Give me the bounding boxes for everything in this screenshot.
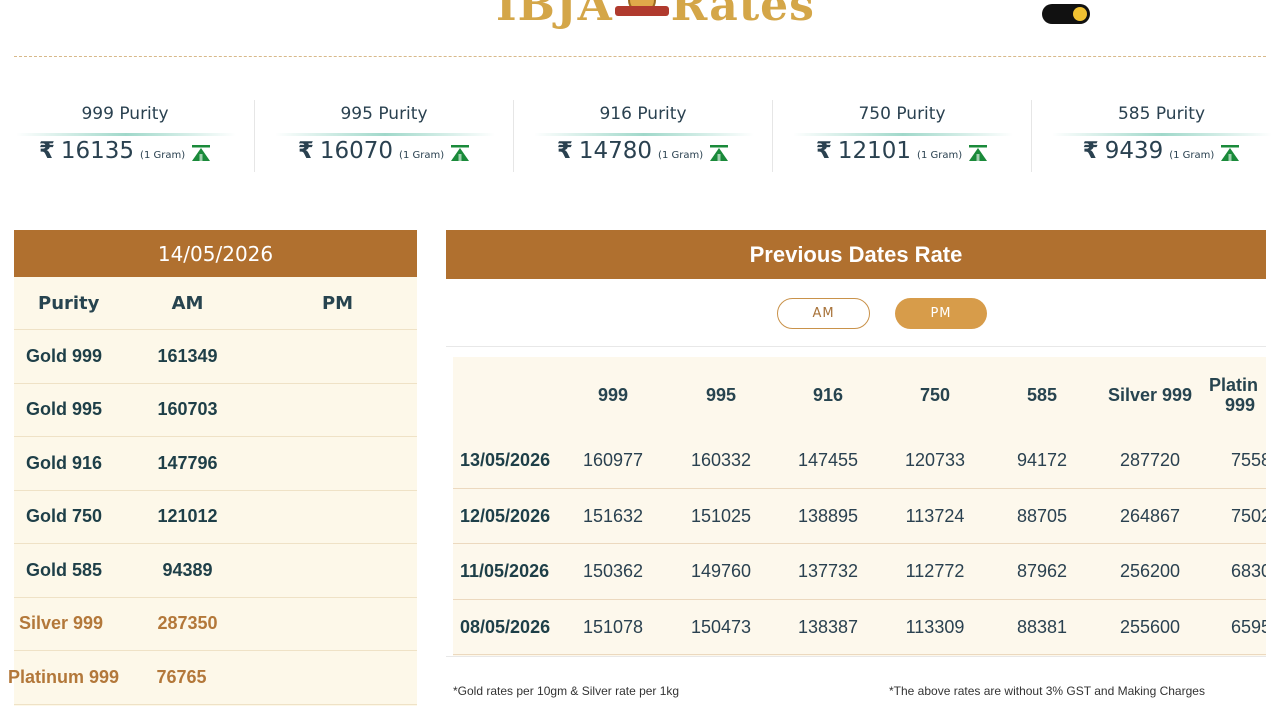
- row-am: 287350: [157, 613, 218, 634]
- table-row: 12/05/2026 151632 151025 138895 113724 8…: [453, 489, 1266, 544]
- logo-text-right: Rates: [670, 0, 815, 31]
- row-am: 147796: [157, 452, 218, 473]
- rupee-symbol: ₹: [1082, 138, 1099, 164]
- purity-card-999: 999 Purity ₹ 16135 (1 Gram): [0, 100, 255, 172]
- row-date: 08/05/2026: [460, 616, 551, 637]
- column-999: 999: [597, 385, 629, 405]
- up-arrow-icon: [1221, 145, 1240, 161]
- row-purity: Gold 916: [26, 452, 103, 473]
- row-date: 11/05/2026: [460, 561, 550, 581]
- row-am: 94389: [162, 559, 213, 580]
- purity-title: 916 Purity: [599, 104, 687, 124]
- purity-amount: 16135: [60, 138, 135, 164]
- purity-title: 999 Purity: [81, 104, 169, 124]
- rupee-symbol: ₹: [556, 138, 573, 164]
- table-row: 13/05/2026 160977 160332 147455 120733 9…: [453, 433, 1266, 489]
- row-purity: Gold 585: [26, 559, 103, 580]
- purity-unit: (1 Gram): [140, 150, 186, 161]
- header-divider: [14, 56, 1266, 57]
- purity-title: 750 Purity: [858, 104, 946, 124]
- purity-unit: (1 Gram): [917, 150, 963, 161]
- theme-toggle[interactable]: [1042, 4, 1090, 24]
- purity-amount: 12101: [837, 138, 912, 164]
- row-purity: Gold 999: [26, 345, 103, 366]
- note-gst: *The above rates are without 3% GST and …: [889, 684, 1205, 698]
- column-585: 585: [1026, 385, 1058, 405]
- purity-unit: (1 Gram): [399, 150, 445, 161]
- column-916: 916: [812, 385, 844, 405]
- ibja-rates-logo[interactable]: IBJA Rates: [496, 0, 815, 32]
- previous-table-header: 999 995 916 750 585 Silver 999 Platin 999: [453, 357, 1266, 433]
- today-table-header: Purity AM PM: [14, 277, 417, 330]
- purity-amount: 9439: [1104, 138, 1164, 164]
- am-button[interactable]: AM: [777, 298, 870, 329]
- table-row: Silver 999 287350: [14, 598, 417, 651]
- purity-amount: 16070: [319, 138, 394, 164]
- table-row: Gold 585 94389: [14, 544, 417, 598]
- logo-text-left: IBJA: [496, 0, 613, 31]
- up-arrow-icon: [969, 145, 988, 161]
- purity-title: 995 Purity: [340, 104, 428, 124]
- column-750: 750: [919, 385, 951, 405]
- purity-unit: (1 Gram): [1169, 150, 1215, 161]
- today-date-header: 14/05/2026: [14, 230, 417, 277]
- column-pm: PM: [321, 292, 354, 314]
- table-row: Gold 999 161349: [14, 330, 417, 384]
- today-rates-table: 14/05/2026 Purity AM PM Gold 999 161349 …: [8, 230, 417, 706]
- row-purity: Gold 995: [26, 399, 103, 420]
- row-purity: Gold 750: [26, 506, 103, 527]
- toggle-knob-icon: [1073, 7, 1087, 21]
- row-am: 160703: [157, 399, 218, 420]
- column-platinum-999: Platin 999: [1209, 375, 1259, 415]
- column-purity: Purity: [38, 292, 100, 314]
- rupee-symbol: ₹: [297, 138, 314, 164]
- table-row: 08/05/2026 151078 150473 138387 113309 8…: [453, 600, 1266, 655]
- previous-dates-panel: Previous Dates Rate AM PM 999 995 916 75…: [446, 230, 1266, 660]
- up-arrow-icon: [710, 145, 729, 161]
- row-date: 12/05/2026: [460, 505, 551, 526]
- table-row: Gold 750 121012: [14, 491, 417, 544]
- previous-rates-table: 999 995 916 750 585 Silver 999 Platin 999…: [453, 357, 1266, 657]
- row-purity: Silver 999: [19, 613, 104, 634]
- site-header: IBJA Rates: [0, 0, 1280, 58]
- note-units: *Gold rates per 10gm & Silver rate per 1…: [453, 684, 680, 698]
- row-date: 13/05/2026: [460, 450, 551, 470]
- purity-card-585: 585 Purity ₹ 9439 (1 Gram): [1032, 100, 1280, 172]
- row-purity: Platinum 999: [8, 666, 120, 687]
- column-silver-999: Silver 999: [1107, 385, 1193, 405]
- up-arrow-icon: [451, 145, 470, 161]
- table-row: 11/05/2026 150362 149760 137732 112772 8…: [453, 544, 1266, 600]
- pm-button[interactable]: PM: [895, 298, 987, 329]
- rupee-symbol: ₹: [38, 138, 55, 164]
- column-am: AM: [171, 292, 204, 314]
- up-arrow-icon: [192, 145, 211, 161]
- purity-amount: 14780: [578, 138, 653, 164]
- row-am: 121012: [157, 506, 218, 527]
- column-995: 995: [705, 385, 737, 405]
- row-am: 161349: [157, 345, 218, 366]
- table-row: Platinum 999 76765: [8, 651, 417, 705]
- purity-unit: (1 Gram): [658, 150, 704, 161]
- rupee-symbol: ₹: [815, 138, 832, 164]
- purity-ticker: 999 Purity ₹ 16135 (1 Gram) 995 Purity ₹…: [0, 100, 1280, 172]
- table-row: Gold 995 160703: [14, 384, 417, 437]
- am-pm-toggle: AM PM: [446, 279, 1266, 347]
- purity-card-916: 916 Purity ₹ 14780 (1 Gram): [514, 100, 773, 172]
- purity-card-995: 995 Purity ₹ 16070 (1 Gram): [255, 100, 514, 172]
- emblem-icon: [614, 0, 669, 32]
- footnotes: *Gold rates per 10gm & Silver rate per 1…: [446, 656, 1266, 706]
- previous-dates-title: Previous Dates Rate: [446, 230, 1266, 279]
- purity-title: 585 Purity: [1117, 104, 1206, 124]
- table-row: Gold 916 147796: [14, 437, 417, 491]
- row-am: 76765: [156, 666, 207, 687]
- purity-card-750: 750 Purity ₹ 12101 (1 Gram): [773, 100, 1032, 172]
